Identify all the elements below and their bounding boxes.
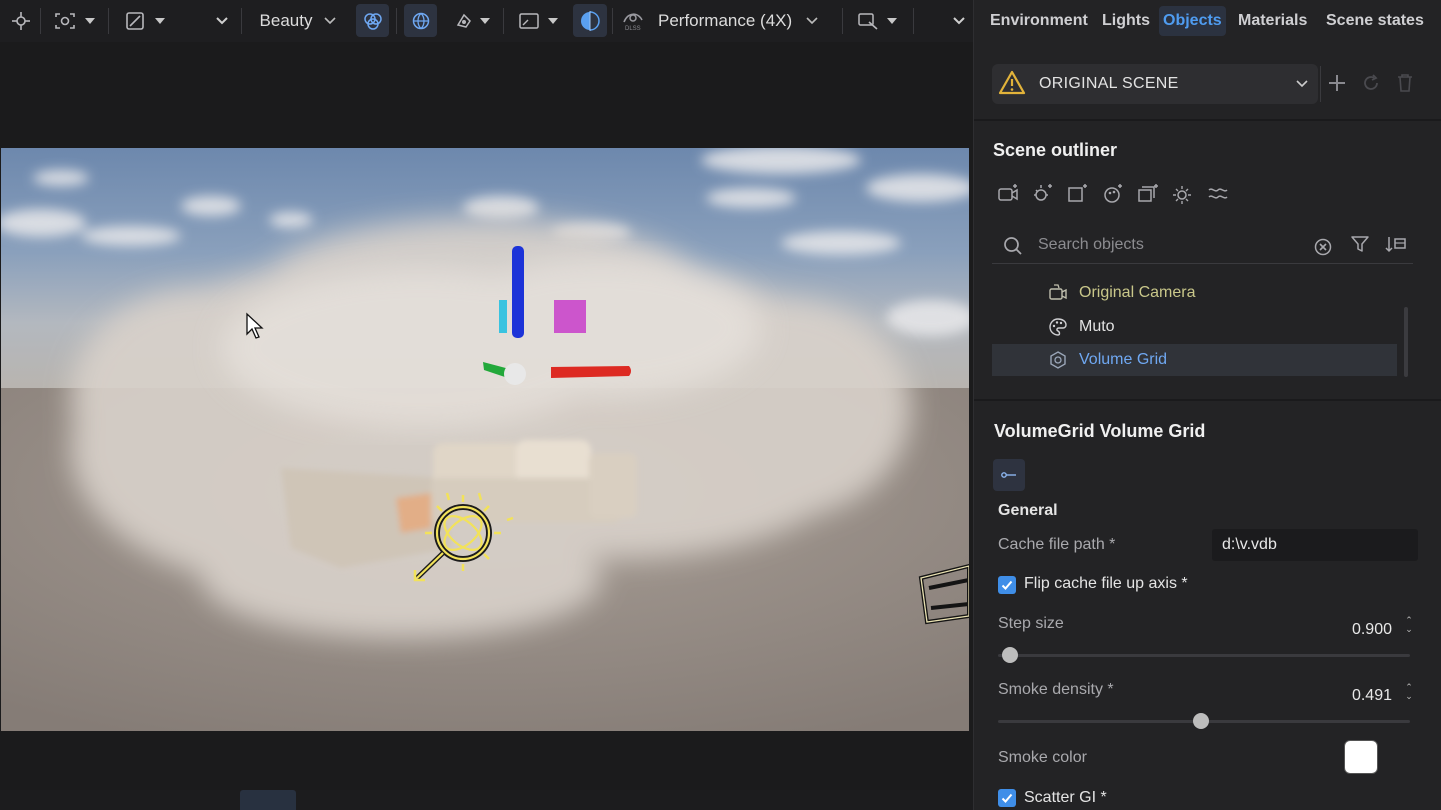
tab-environment[interactable]: Environment: [986, 6, 1092, 36]
right-panel: Environment Lights Objects Materials Sce…: [973, 0, 1441, 810]
camera-icon: [1049, 284, 1067, 300]
outliner-search: [992, 226, 1413, 264]
chevron-down-icon: [548, 17, 558, 24]
viewport[interactable]: [0, 42, 973, 810]
overflow-icon[interactable]: [944, 4, 974, 37]
smoke-color-label: Smoke color: [998, 749, 1087, 766]
viewport-bottom-bar: [0, 790, 973, 810]
flip-axis-label: Flip cache file up axis *: [1024, 575, 1188, 592]
aspect-icon[interactable]: [512, 4, 564, 37]
add-object-icon[interactable]: [1066, 182, 1090, 206]
render-view[interactable]: [1, 148, 969, 731]
chevron-down-icon: [1296, 80, 1308, 88]
properties-title: VolumeGrid Volume Grid: [994, 421, 1206, 441]
render-mode-label: Beauty: [259, 10, 313, 30]
globe-icon[interactable]: [404, 4, 437, 37]
target-icon[interactable]: [48, 4, 100, 37]
flip-axis-checkbox[interactable]: [998, 576, 1016, 594]
search-input[interactable]: [1038, 233, 1308, 257]
chevron-down-icon: [480, 17, 490, 24]
add-modifier-icon[interactable]: [1206, 182, 1230, 206]
smoke-density-value[interactable]: 0.491: [1304, 687, 1392, 705]
edit-image-icon[interactable]: [118, 4, 172, 37]
scene-render-image: [1, 148, 969, 731]
scatter-gi-checkbox[interactable]: [998, 789, 1016, 807]
tree-item-original-camera[interactable]: Original Camera: [992, 277, 1397, 309]
dlss-badge: DLSS: [625, 25, 641, 32]
check-icon: [1001, 580, 1013, 590]
dlss-icon: DLSS: [620, 8, 648, 34]
view-mode-button[interactable]: [240, 790, 296, 810]
filter-icon[interactable]: [1350, 234, 1370, 254]
cache-file-field[interactable]: d:\v.vdb: [1212, 529, 1418, 561]
step-size-value[interactable]: 0.900: [1304, 621, 1392, 639]
cache-file-label: Cache file path *: [998, 536, 1116, 553]
clear-search-icon[interactable]: [1314, 238, 1332, 256]
add-scene-state-icon[interactable]: [1326, 70, 1348, 96]
blend-icon[interactable]: [356, 4, 389, 37]
trash-icon[interactable]: [1394, 70, 1416, 96]
panel-tabs: Environment Lights Objects Materials Sce…: [974, 0, 1441, 42]
scene-dropdown[interactable]: ORIGINAL SCENE: [992, 64, 1318, 104]
mouse-cursor-icon: [246, 312, 264, 339]
smoke-density-slider-thumb[interactable]: [1192, 713, 1209, 729]
tree-item-label: Volume Grid: [1079, 351, 1168, 368]
smoke-color-swatch[interactable]: [1344, 740, 1378, 774]
stepper-icon[interactable]: ⌃ ⌄: [1403, 616, 1415, 634]
tab-materials[interactable]: Materials: [1234, 6, 1311, 36]
performance-dropdown[interactable]: DLSS Performance (4X): [620, 4, 834, 37]
search-icon: [1004, 237, 1022, 255]
pin-icon: [1001, 472, 1016, 478]
refresh-icon[interactable]: [1360, 70, 1382, 96]
tab-objects[interactable]: Objects: [1159, 6, 1226, 36]
performance-label: Performance (4X): [658, 10, 793, 30]
palette-icon: [1049, 318, 1067, 336]
chevron-down-icon: [324, 16, 337, 24]
crosshair-icon[interactable]: [6, 4, 36, 37]
tab-scene-states[interactable]: Scene states: [1322, 6, 1428, 36]
scene-name: ORIGINAL SCENE: [1039, 75, 1179, 92]
chevron-down-icon: [887, 17, 897, 24]
step-size-label: Step size: [998, 615, 1064, 632]
chevron-down-icon: [85, 17, 95, 24]
add-group-icon[interactable]: [1136, 182, 1160, 206]
render-mode-dropdown[interactable]: Beauty: [248, 4, 348, 37]
tree-item-muto[interactable]: Muto: [992, 311, 1397, 343]
add-material-icon[interactable]: [1101, 182, 1125, 206]
step-size-slider[interactable]: [998, 654, 1410, 657]
app-root: Beauty DLSS Performance (4X) Environment…: [0, 0, 1441, 810]
step-size-slider-thumb[interactable]: [1002, 647, 1018, 663]
tab-lights[interactable]: Lights: [1098, 6, 1154, 36]
tree-item-label: Muto: [1079, 318, 1115, 335]
scatter-gi-label: Scatter GI *: [1024, 789, 1107, 806]
compare-icon[interactable]: [573, 4, 607, 37]
add-effect-icon[interactable]: [1171, 182, 1195, 206]
outliner-toolbar: [996, 182, 1228, 208]
warning-icon: [998, 70, 1026, 95]
smoke-density-label: Smoke density *: [998, 681, 1114, 698]
outliner-scrollbar[interactable]: [1404, 307, 1408, 377]
general-section-title: General: [998, 502, 1058, 519]
dropdown-icon[interactable]: [208, 4, 236, 37]
tree-item-volume-grid[interactable]: Volume Grid: [992, 344, 1397, 376]
add-light-icon[interactable]: [1031, 182, 1055, 206]
outliner-title: Scene outliner: [993, 140, 1118, 160]
check-icon: [1001, 793, 1013, 803]
chevron-down-icon: [155, 17, 165, 24]
sort-icon[interactable]: [1384, 234, 1408, 254]
stepper-icon[interactable]: ⌃ ⌄: [1403, 683, 1415, 701]
chevron-down-icon: [806, 16, 818, 24]
lighting-icon[interactable]: [446, 4, 498, 37]
add-camera-icon[interactable]: [996, 182, 1020, 206]
viewport-toolbar: Beauty DLSS Performance (4X): [0, 0, 973, 42]
tree-item-label: Original Camera: [1079, 284, 1196, 301]
pin-button[interactable]: [993, 459, 1025, 491]
volume-icon: [1050, 351, 1066, 369]
snapshot-icon[interactable]: [850, 4, 904, 37]
